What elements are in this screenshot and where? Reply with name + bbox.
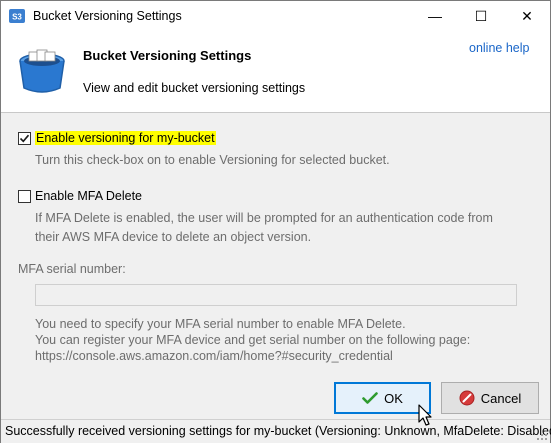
cancel-button-label: Cancel	[480, 390, 522, 406]
bucket-icon	[19, 49, 65, 93]
header-divider	[1, 112, 550, 113]
mfa-serial-help-line3: https://console.aws.amazon.com/iam/home?…	[35, 349, 393, 363]
versioning-description: Turn this check-box on to enable Version…	[35, 153, 390, 167]
cancel-icon	[459, 390, 475, 406]
versioning-label-text: Enable versioning for my-bucket	[35, 131, 216, 145]
header-title: Bucket Versioning Settings	[83, 48, 252, 63]
maximize-button[interactable]: ☐	[458, 1, 504, 32]
enable-versioning-checkbox[interactable]	[18, 132, 31, 145]
s3-app-icon: S3	[9, 9, 25, 23]
svg-text:S3: S3	[12, 13, 22, 22]
minimize-button[interactable]: —	[412, 1, 458, 32]
dialog-header: Bucket Versioning Settings View and edit…	[1, 32, 550, 112]
mfa-serial-label: MFA serial number:	[18, 262, 126, 276]
enable-mfa-delete-checkbox[interactable]	[18, 190, 31, 203]
checkmark-icon	[19, 134, 30, 143]
cancel-button[interactable]: Cancel	[441, 382, 539, 414]
mfa-serial-input[interactable]	[35, 284, 517, 306]
enable-versioning-label[interactable]: Enable versioning for my-bucket	[35, 131, 216, 145]
title-bar[interactable]: S3 Bucket Versioning Settings — ☐ ✕	[1, 1, 550, 32]
close-button[interactable]: ✕	[504, 1, 550, 32]
green-check-icon	[362, 392, 378, 404]
mfa-description-line2: their AWS MFA device to delete an object…	[35, 230, 312, 244]
status-bar: Successfully received versioning setting…	[1, 419, 551, 443]
mouse-pointer-icon	[418, 404, 432, 426]
status-text: Successfully received versioning setting…	[5, 424, 551, 438]
resize-grip-icon[interactable]	[536, 429, 548, 441]
ok-button-label: OK	[384, 390, 403, 406]
header-subtitle: View and edit bucket versioning settings	[83, 81, 306, 95]
window-title: Bucket Versioning Settings	[33, 9, 182, 23]
mfa-description-line1: If MFA Delete is enabled, the user will …	[35, 211, 493, 225]
online-help-link[interactable]: online help	[469, 41, 529, 55]
enable-mfa-delete-label[interactable]: Enable MFA Delete	[35, 189, 142, 203]
dialog-window: S3 Bucket Versioning Settings — ☐ ✕ Buck…	[0, 0, 551, 443]
